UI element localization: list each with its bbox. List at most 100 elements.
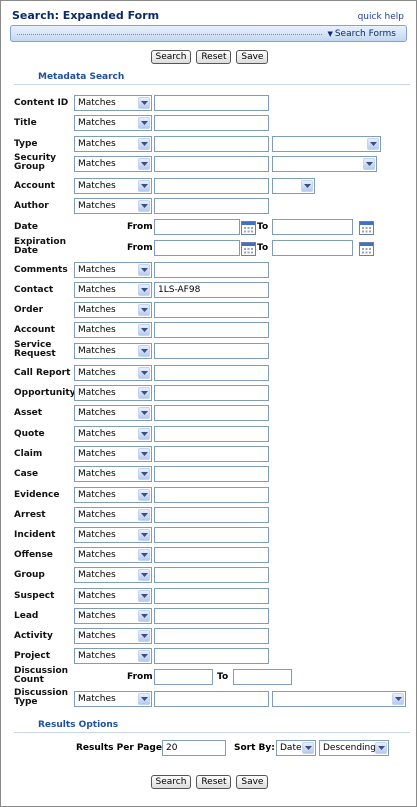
account-2-operator-select[interactable]: Matches [74,322,152,338]
lead-operator-select[interactable]: Matches [74,608,152,624]
field-label: Account [14,181,55,191]
suspect-input[interactable] [154,588,269,604]
incident-operator-select[interactable]: Matches [74,527,152,543]
activity-input[interactable] [154,628,269,644]
type-operator-select[interactable]: Matches [74,136,152,152]
contact-operator-select[interactable]: Matches [74,282,152,298]
calendar-icon[interactable] [241,242,256,256]
arrest-input[interactable] [154,507,269,523]
sort-order-select[interactable]: Descending [319,740,389,756]
expiration-date-to-input[interactable] [272,240,353,256]
field-label: Expiration Date [14,237,66,256]
search-button[interactable]: Search [150,50,192,64]
case-operator-select[interactable]: Matches [74,466,152,482]
case-input[interactable] [154,466,269,482]
field-label: Offense [14,550,53,560]
reset-button[interactable]: Reset [196,775,232,789]
field-label: Evidence [14,490,60,500]
search-form-panel: Search: Expanded Form quick help ▼ Search… [0,0,417,807]
offense-operator-select[interactable]: Matches [74,547,152,563]
evidence-operator-select[interactable]: Matches [74,487,152,503]
discussion-count-from-input[interactable] [154,669,213,685]
metadata-search-heading: Metadata Search [38,72,125,82]
claim-operator-select[interactable]: Matches [74,446,152,462]
results-per-page-input[interactable]: 20 [162,740,226,756]
expiration-date-from-input[interactable] [154,240,240,256]
order-operator-select[interactable]: Matches [74,302,152,318]
security-group-value-select[interactable] [272,156,377,172]
type-value-select[interactable] [272,136,381,152]
date-from-input[interactable] [154,219,240,235]
account-value-select[interactable] [272,178,315,194]
chevron-down-icon [138,509,150,521]
suspect-operator-select[interactable]: Matches [74,588,152,604]
discussion-type-input[interactable] [154,691,269,707]
field-row-lead: Lead Matches [1,608,417,626]
group-operator-select[interactable]: Matches [74,567,152,583]
comments-input[interactable] [154,262,269,278]
chevron-down-icon [138,549,150,561]
type-input[interactable] [154,136,269,152]
search-button[interactable]: Search [150,775,192,789]
results-per-page-label: Results Per Page: [76,743,166,753]
evidence-input[interactable] [154,487,269,503]
field-label: Case [14,469,39,479]
call-report-operator-select[interactable]: Matches [74,365,152,381]
claim-input[interactable] [154,446,269,462]
author-operator-select[interactable]: Matches [74,198,152,214]
sort-field-select[interactable]: Date [276,740,316,756]
project-operator-select[interactable]: Matches [74,648,152,664]
account-2-input[interactable] [154,322,269,338]
service-request-input[interactable] [154,343,269,359]
activity-operator-select[interactable]: Matches [74,628,152,644]
group-input[interactable] [154,567,269,583]
discussion-type-value-select[interactable] [272,691,406,707]
calendar-icon[interactable] [359,221,374,235]
field-row-title: Title Matches [1,115,417,133]
quote-input[interactable] [154,426,269,442]
asset-operator-select[interactable]: Matches [74,405,152,421]
account-operator-select[interactable]: Matches [74,178,152,194]
order-input[interactable] [154,302,269,318]
field-label: Title [14,118,37,128]
asset-input[interactable] [154,405,269,421]
search-forms-menu[interactable]: ▼ Search Forms [327,29,396,39]
incident-input[interactable] [154,527,269,543]
triangle-down-icon: ▼ [327,30,333,38]
lead-input[interactable] [154,608,269,624]
title-input[interactable] [154,115,269,131]
quick-help-link[interactable]: quick help [358,12,404,22]
content-id-input[interactable] [154,95,269,111]
offense-input[interactable] [154,547,269,563]
service-request-operator-select[interactable]: Matches [74,343,152,359]
quote-operator-select[interactable]: Matches [74,426,152,442]
discussion-count-to-label: To [217,672,229,682]
field-row-contact: Contact Matches 1LS-AF98 [1,282,417,300]
discussion-type-operator-select[interactable]: Matches [74,691,152,707]
calendar-icon[interactable] [241,221,256,235]
field-label: Project [14,651,51,661]
discussion-count-to-input[interactable] [233,669,292,685]
content-id-operator-select[interactable]: Matches [74,95,152,111]
author-input[interactable] [154,198,269,214]
call-report-input[interactable] [154,365,269,381]
security-group-input[interactable] [154,156,269,172]
opportunity-operator-select[interactable]: Matches [74,385,152,401]
calendar-icon[interactable] [359,242,374,256]
arrest-operator-select[interactable]: Matches [74,507,152,523]
account-input[interactable] [154,178,269,194]
field-label: Comments [14,265,68,275]
security-group-operator-select[interactable]: Matches [74,156,152,172]
comments-operator-select[interactable]: Matches [74,262,152,278]
opportunity-input[interactable] [154,385,269,401]
contact-input[interactable]: 1LS-AF98 [154,282,269,298]
reset-button[interactable]: Reset [196,50,232,64]
date-from-label: From [127,222,153,232]
title-operator-select[interactable]: Matches [74,115,152,131]
chevron-down-icon [138,264,150,276]
field-label: Service Request [14,340,56,359]
save-button[interactable]: Save [236,50,269,64]
project-input[interactable] [154,648,269,664]
save-button[interactable]: Save [236,775,269,789]
date-to-input[interactable] [272,219,353,235]
